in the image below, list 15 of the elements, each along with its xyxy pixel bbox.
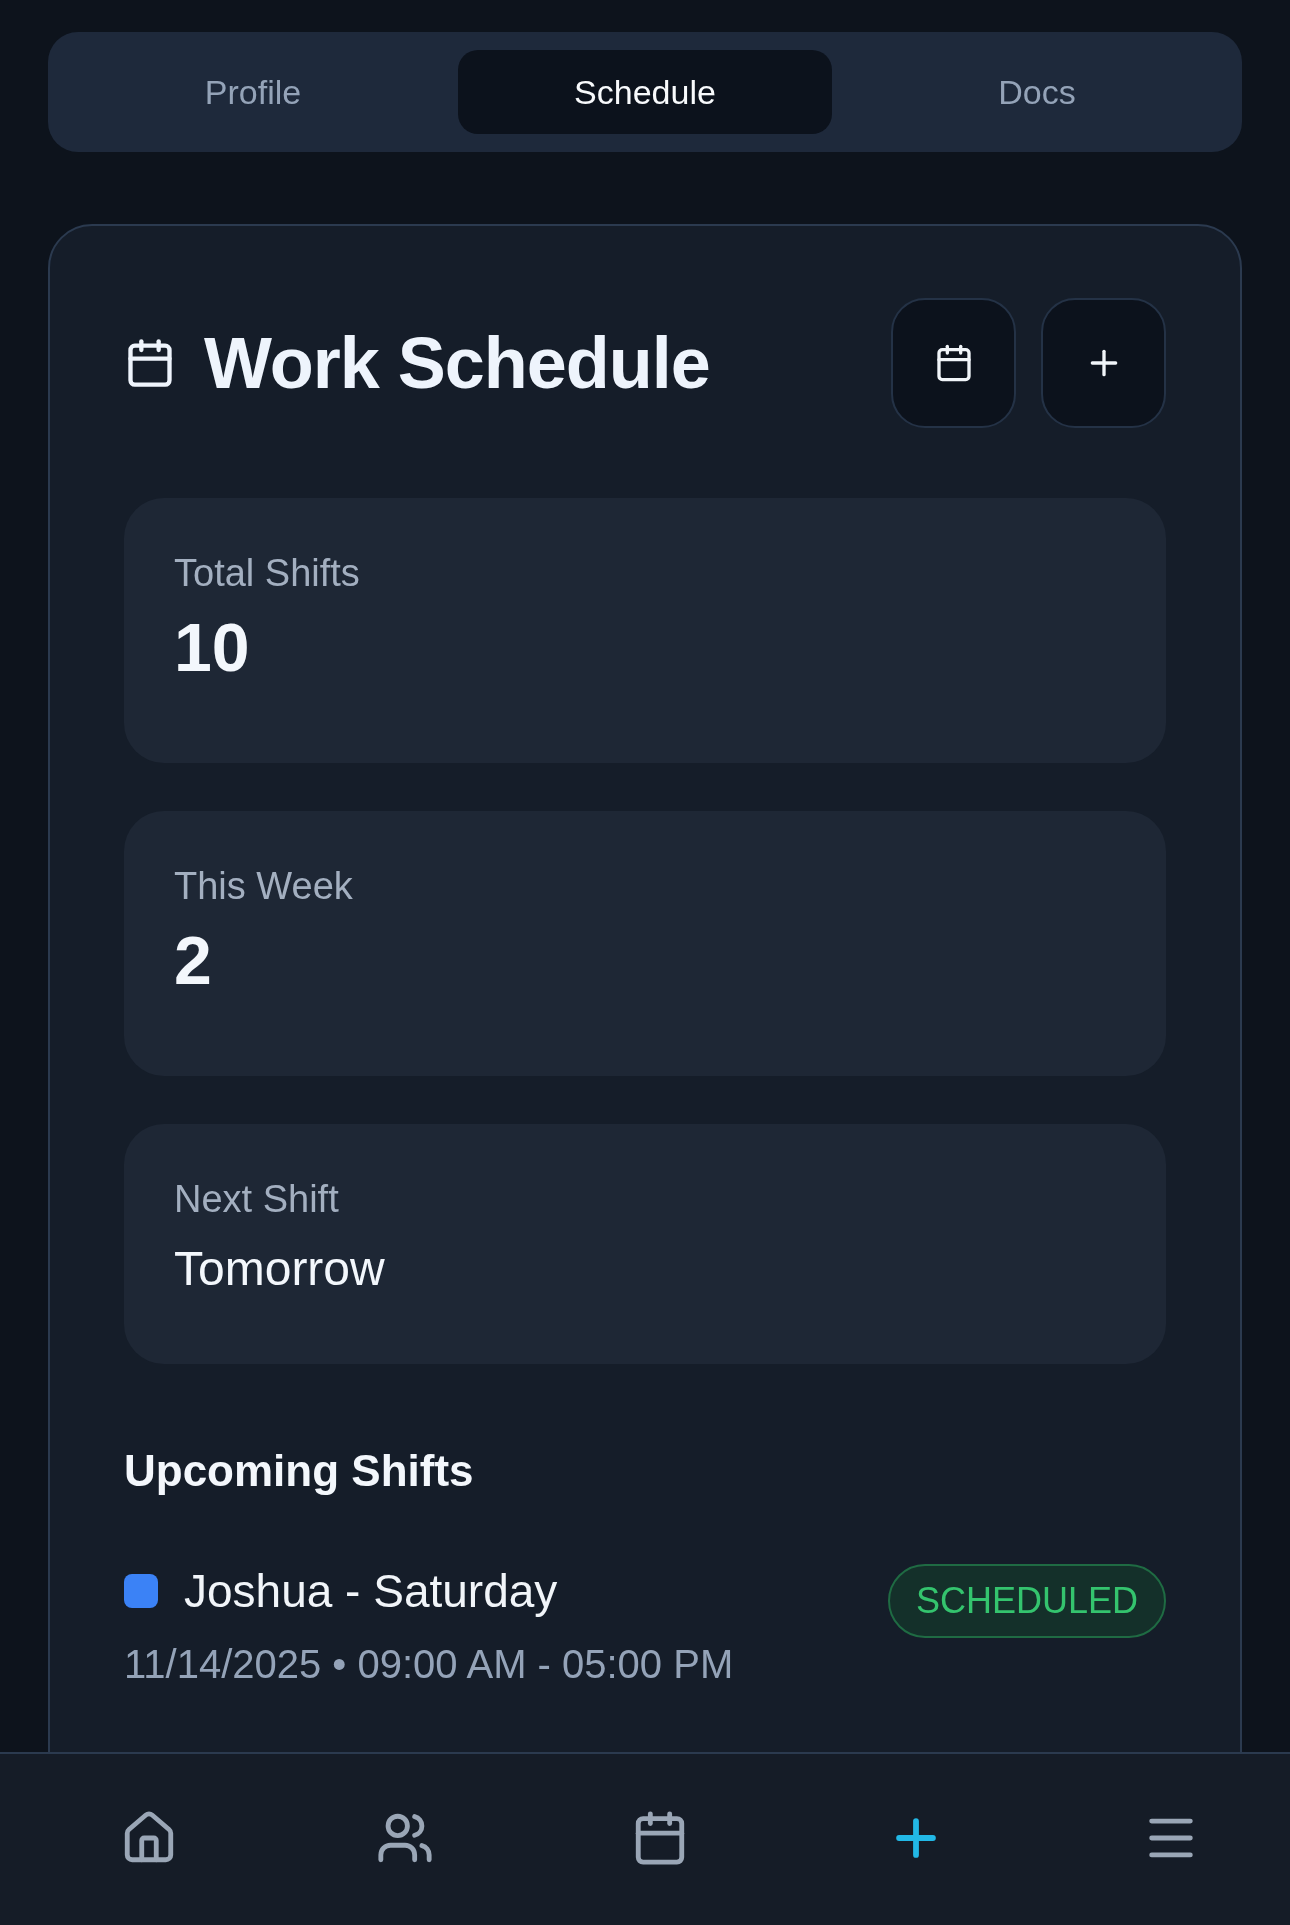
tab[interactable]: Docs — [850, 50, 1224, 134]
status-badge: SCHEDULED — [887, 1564, 1166, 1638]
shift-title: Joshua - Saturday — [184, 1564, 558, 1618]
stat-label: Total Shifts — [174, 552, 361, 595]
stat-value: 2 — [174, 926, 213, 994]
stat-label: Next Shift — [174, 1178, 340, 1221]
section-title: Upcoming Shifts — [124, 1446, 475, 1496]
tab[interactable]: Profile — [66, 50, 440, 134]
card-title: Work Schedule — [204, 322, 710, 404]
tab[interactable]: Schedule — [458, 50, 832, 134]
calendar-button[interactable] — [891, 298, 1016, 428]
stat-value: Tomorrow — [174, 1245, 386, 1293]
stat-value: 10 — [174, 613, 251, 681]
shift-details: 11/14/2025 • 09:00 AM - 05:00 PM — [124, 1642, 734, 1687]
stat-label: This Week — [174, 865, 354, 908]
